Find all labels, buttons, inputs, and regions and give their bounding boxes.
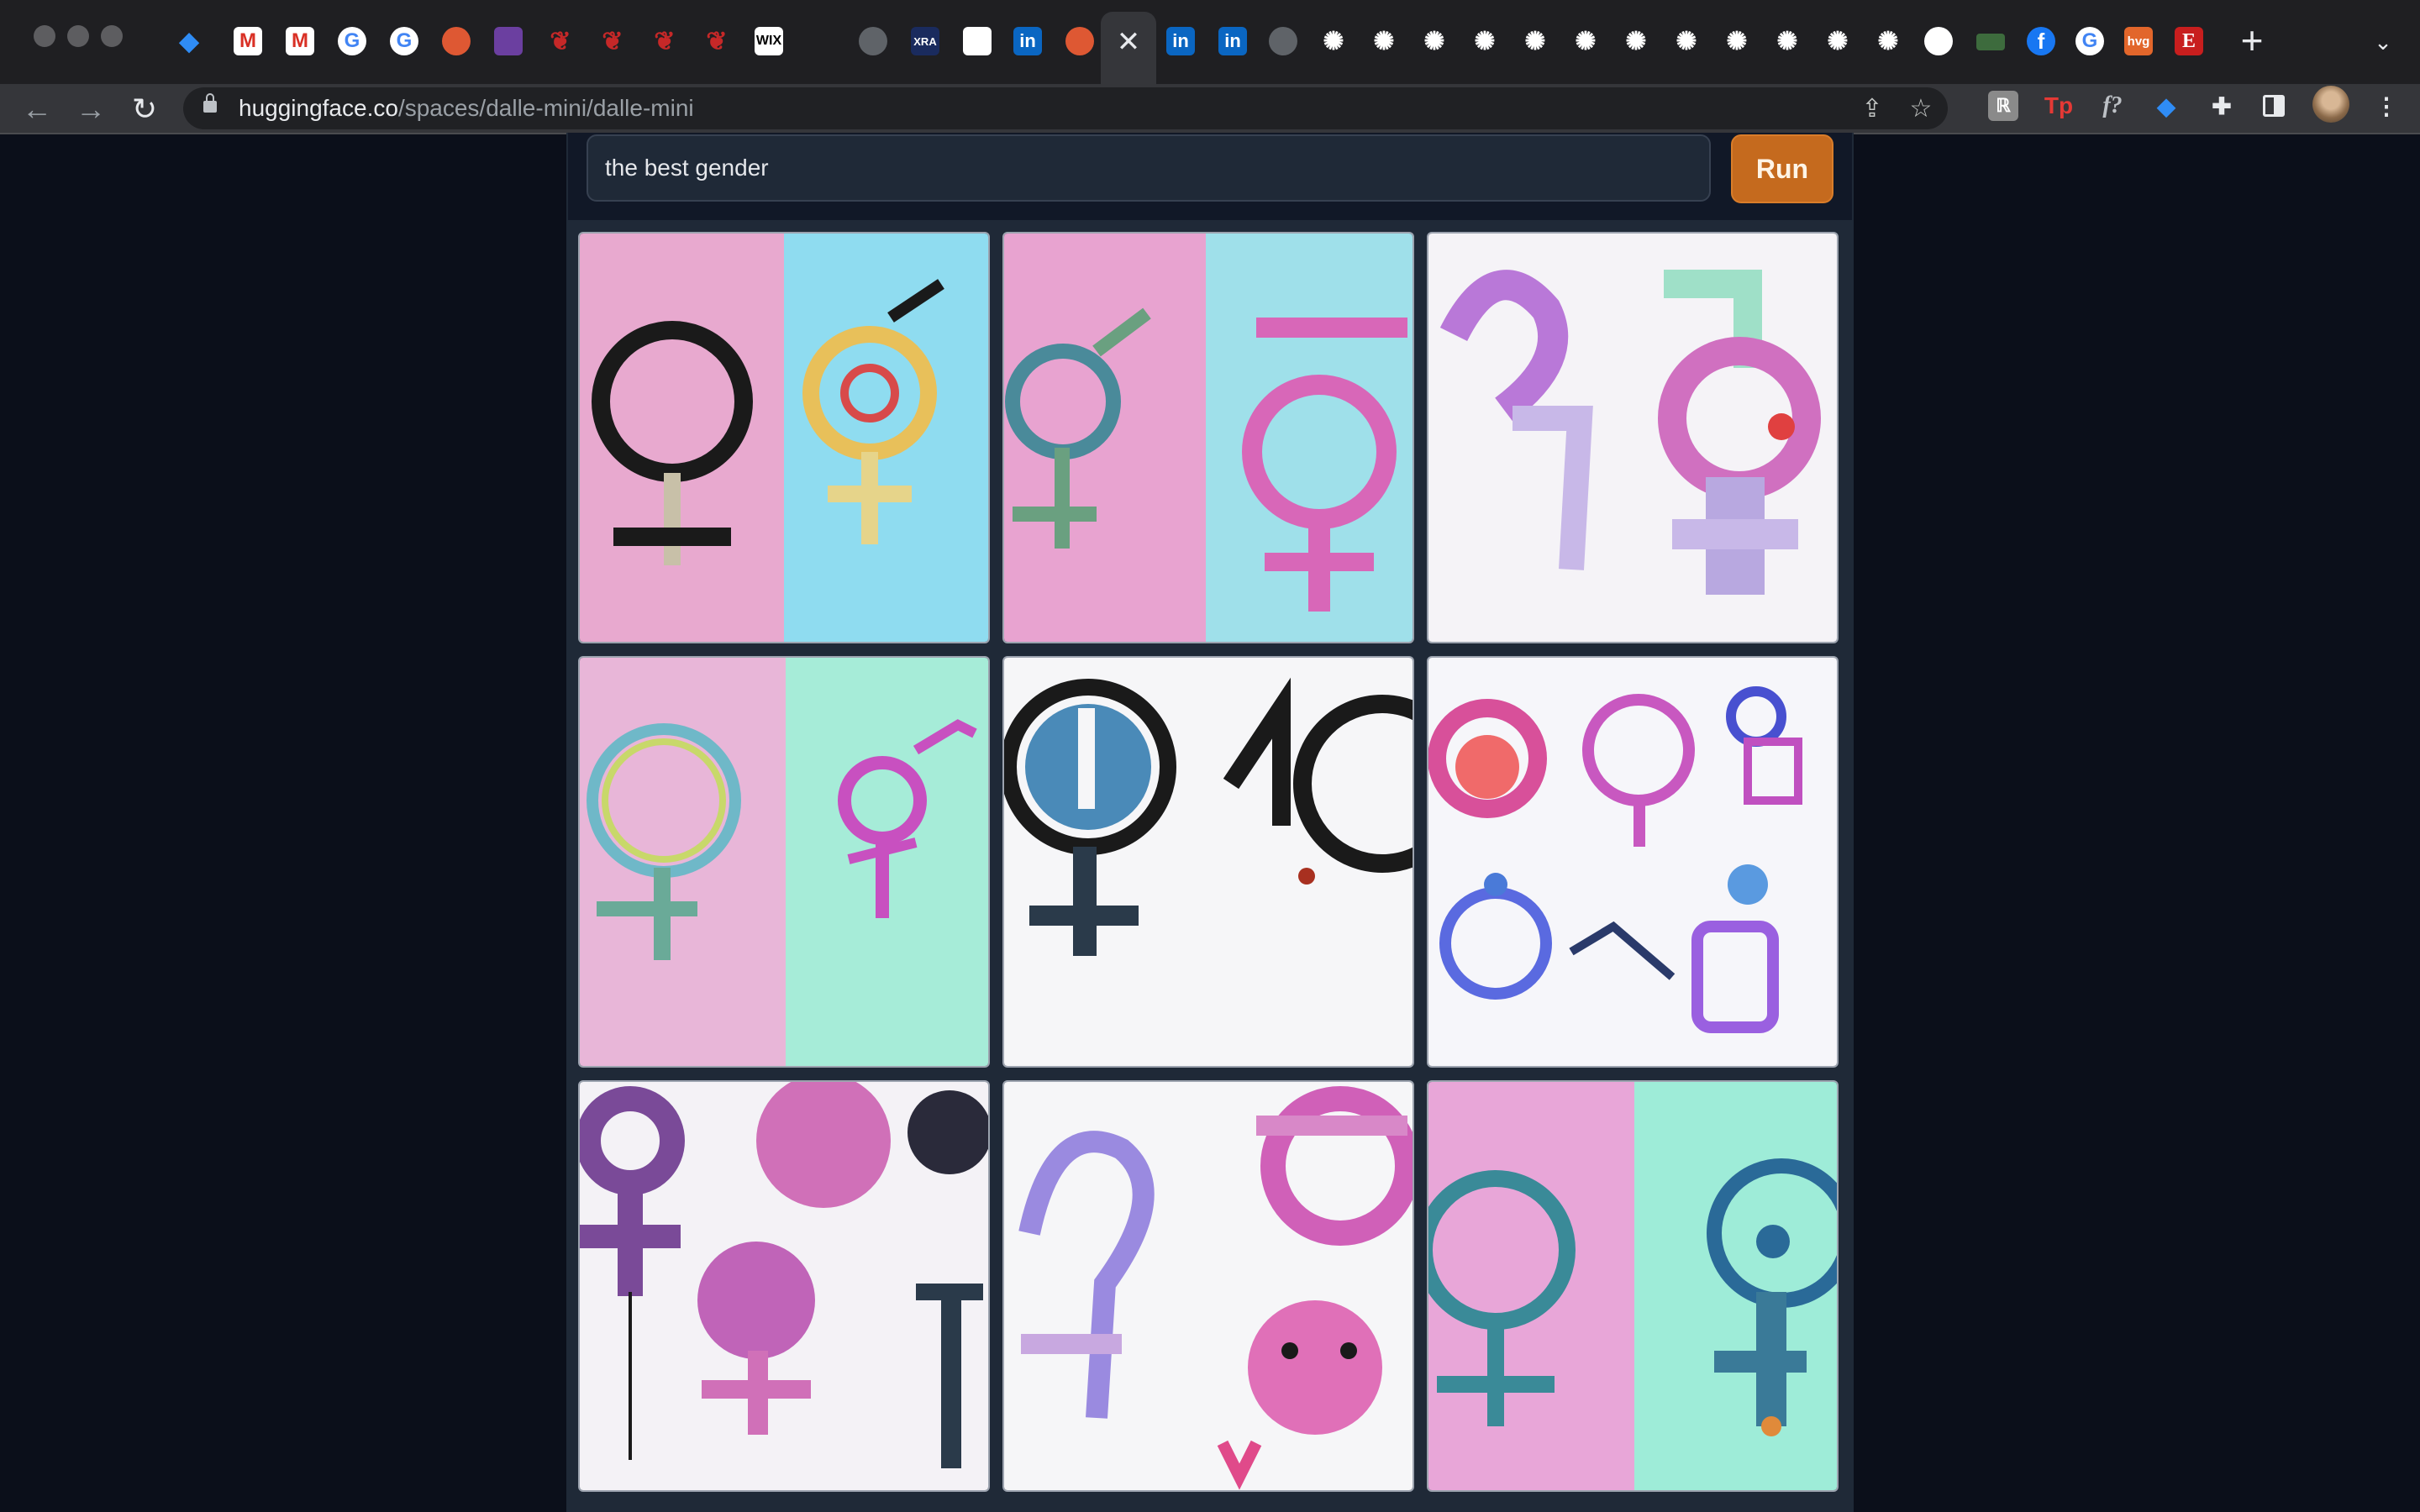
facebook-icon[interactable]: f [2027,27,2055,55]
generated-image[interactable] [1427,232,1839,643]
openai-icon[interactable]: ✺ [1420,27,1449,55]
font-extension-icon[interactable]: f? [2094,87,2131,124]
google-icon[interactable]: G [2075,27,2104,55]
sidebar-icon[interactable] [2255,87,2292,124]
app-icon[interactable] [494,27,523,55]
run-button[interactable]: Run [1731,134,1833,203]
r-extension-icon[interactable]: ℝ [1988,91,2018,121]
more-menu-icon[interactable]: ⋮ [2368,87,2405,124]
xra-icon[interactable]: XRA [911,27,939,55]
gmail-icon[interactable]: M [286,27,314,55]
address-bar[interactable]: huggingface.co/spaces/dalle-mini/dalle-m… [183,87,1948,129]
openai-icon[interactable]: ✺ [1571,27,1600,55]
generated-image[interactable] [1002,232,1414,643]
duckduckgo-icon[interactable] [1065,27,1094,55]
hvg-icon[interactable]: hvg [2124,27,2153,55]
tab-bar: ◆ M M G G ❦ ❦ ❦ ❦ WIX XRA in ✕ in in ✺ ✺… [0,0,2420,84]
generated-image[interactable] [1002,656,1414,1068]
close-window-button[interactable] [34,25,55,47]
tab-icon[interactable] [1976,34,2005,50]
puzzle-icon[interactable]: ✚ [2203,87,2240,124]
linkedin-icon[interactable]: in [1013,27,1042,55]
openai-icon[interactable]: ✺ [1521,27,1549,55]
globe-icon[interactable] [859,27,887,55]
gem-icon[interactable]: ◆ [175,27,203,55]
wix-icon[interactable]: WIX [755,27,783,55]
avatar[interactable] [2312,86,2349,123]
feather-icon[interactable]: ❦ [702,27,731,55]
bookmark-star-icon[interactable]: ☆ [1904,92,1938,126]
blank-icon[interactable] [963,27,992,55]
linkedin-icon[interactable]: in [1166,27,1195,55]
tp-extension-icon[interactable]: Tp [2040,87,2077,124]
openai-icon[interactable]: ✺ [1470,27,1499,55]
google-icon[interactable]: G [338,27,366,55]
globe-icon[interactable] [1269,27,1297,55]
generated-image[interactable] [578,656,990,1068]
chevron-down-icon[interactable]: ⌄ [2368,25,2398,59]
url-text[interactable]: huggingface.co/spaces/dalle-mini/dalle-m… [239,96,694,121]
share-icon[interactable]: ⇪ [1855,92,1889,126]
lock-icon[interactable] [203,93,217,113]
generated-image[interactable] [578,1080,990,1492]
linkedin-icon[interactable]: in [1218,27,1247,55]
generated-image[interactable] [1002,1080,1414,1492]
gem-extension-icon[interactable]: ◆ [2148,87,2185,124]
openai-icon[interactable]: ✺ [1874,27,1902,55]
e-icon[interactable]: E [2175,27,2203,55]
close-icon[interactable]: ✕ [1113,27,1144,57]
forward-button[interactable]: → [71,89,111,129]
openai-icon[interactable]: ✺ [1622,27,1650,55]
openai-icon[interactable]: ✺ [1723,27,1751,55]
github-icon[interactable] [1924,27,1953,55]
generated-image[interactable] [578,232,990,643]
generated-image[interactable] [1427,656,1839,1068]
openai-icon[interactable]: ✺ [1319,27,1348,55]
image-gallery [566,220,1854,1512]
new-tab-button[interactable]: + [2235,21,2269,60]
openai-icon[interactable]: ✺ [1370,27,1398,55]
openai-icon[interactable]: ✺ [1823,27,1852,55]
feather-icon[interactable]: ❦ [650,27,679,55]
maximize-window-button[interactable] [101,25,123,47]
openai-icon[interactable]: ✺ [1672,27,1701,55]
reload-button[interactable]: ↻ [124,89,165,129]
feather-icon[interactable]: ❦ [546,27,575,55]
openai-icon[interactable]: ✺ [1773,27,1802,55]
gmail-icon[interactable]: M [234,27,262,55]
duckduckgo-icon[interactable] [442,27,471,55]
minimize-window-button[interactable] [67,25,89,47]
prompt-input[interactable] [587,134,1711,202]
feather-icon[interactable]: ❦ [598,27,627,55]
back-button[interactable]: ← [17,89,57,129]
generated-image[interactable] [1427,1080,1839,1492]
google-icon[interactable]: G [390,27,418,55]
